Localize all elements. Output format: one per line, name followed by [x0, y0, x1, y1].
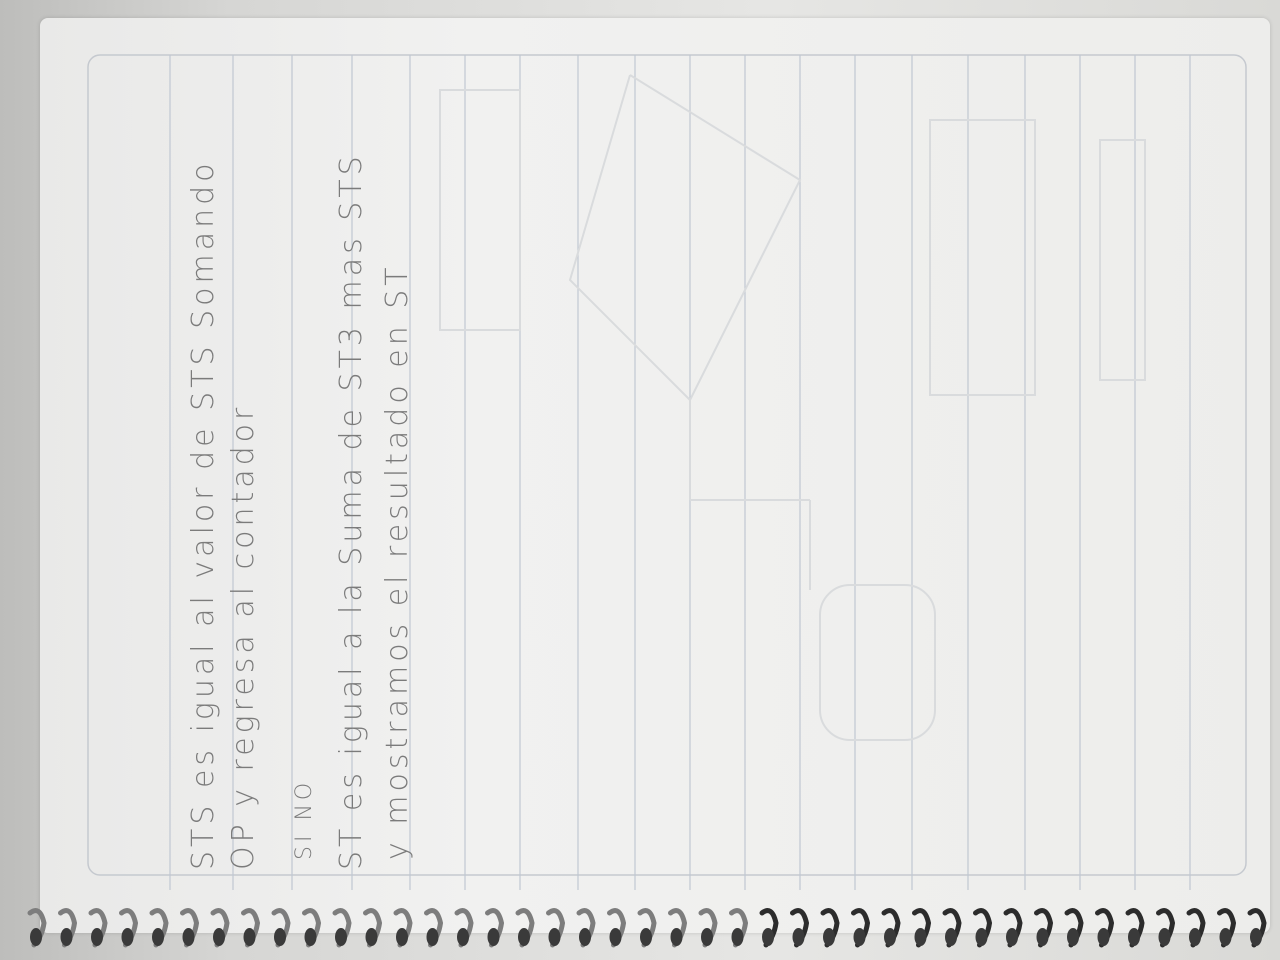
spiral-hole: [1128, 928, 1140, 946]
spiral-hole: [823, 928, 835, 946]
spiral-hole: [152, 928, 164, 946]
spiral-hole: [853, 928, 866, 946]
note-line-3: SI NO: [292, 778, 317, 860]
spiral-hole: [1250, 928, 1262, 946]
notebook-photo: STS es igual al valor de STS Somando OP …: [0, 0, 1280, 960]
spiral-hole: [396, 928, 408, 946]
spiral-hole: [60, 928, 73, 946]
spiral-hole: [1189, 928, 1201, 946]
spiral-hole: [914, 928, 927, 946]
spiral-hole: [426, 928, 439, 946]
spiral-hole: [609, 928, 622, 946]
spiral-hole: [1219, 928, 1232, 946]
spiral-hole: [121, 928, 134, 946]
spiral-hole: [548, 928, 561, 946]
spiral-hole: [731, 928, 744, 946]
spiral-hole: [945, 928, 957, 946]
spiral-hole: [884, 928, 896, 946]
spiral-hole: [1006, 928, 1018, 946]
spiral-hole: [670, 928, 683, 946]
spiral-hole: [365, 928, 378, 946]
spiral-hole: [274, 928, 286, 946]
spiral-hole: [182, 928, 195, 946]
spiral-binding: [27, 908, 1267, 948]
spiral-hole: [1067, 928, 1079, 946]
spiral-hole: [304, 928, 317, 946]
spiral-hole: [579, 928, 591, 946]
spiral-hole: [1097, 928, 1110, 946]
spiral-hole: [1036, 928, 1049, 946]
show-through-diagram: [439, 74, 1146, 741]
note-line-2: OP y regresa al contador: [226, 403, 261, 870]
spiral-hole: [30, 928, 42, 946]
note-line-1: STS es igual al valor de STS Somando: [186, 159, 221, 870]
spiral-hole: [487, 928, 500, 946]
spiral-hole: [975, 928, 988, 946]
note-line-5: y mostramos el resultado en ST: [380, 263, 415, 860]
spiral-hole: [457, 928, 469, 946]
spiral-hole: [91, 928, 103, 946]
spiral-hole: [213, 928, 225, 946]
note-line-4: ST es igual a la Suma de ST3 mas STS: [334, 152, 369, 870]
spiral-hole: [518, 928, 530, 946]
spiral-hole: [335, 928, 347, 946]
spiral-hole: [243, 928, 256, 946]
spiral-hole: [762, 928, 774, 946]
spiral-hole: [640, 928, 652, 946]
spiral-hole: [792, 928, 805, 946]
spiral-hole: [701, 928, 713, 946]
spiral-hole: [1158, 928, 1171, 946]
